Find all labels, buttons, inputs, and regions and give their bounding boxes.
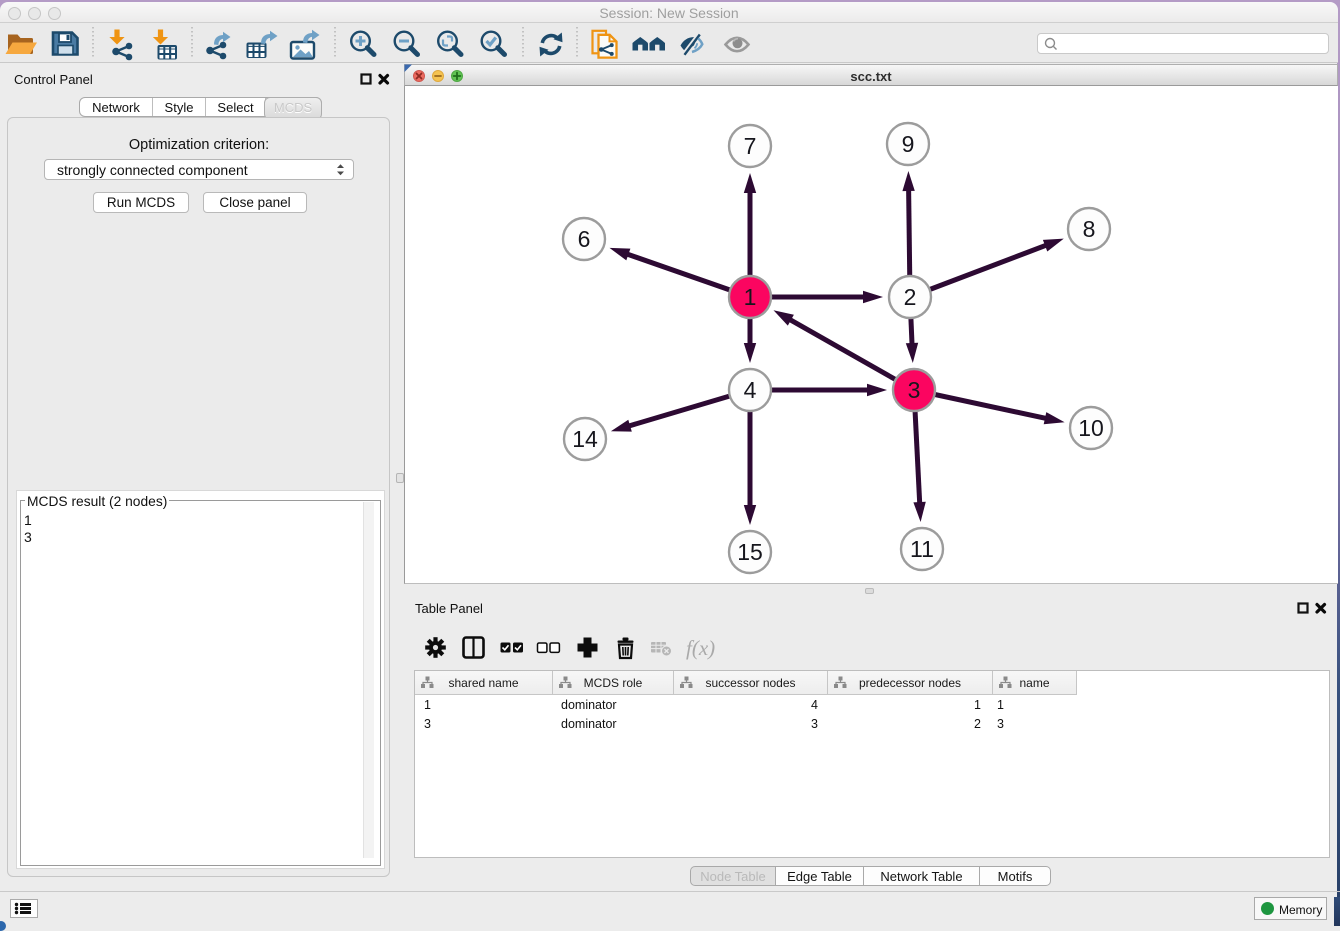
svg-text:11: 11 <box>910 536 934 562</box>
svg-text:8: 8 <box>1083 216 1096 242</box>
svg-text:4: 4 <box>744 377 757 403</box>
svg-text:7: 7 <box>744 133 757 159</box>
svg-text:9: 9 <box>902 131 915 157</box>
svg-text:14: 14 <box>572 426 598 452</box>
svg-text:10: 10 <box>1078 415 1104 441</box>
svg-text:1: 1 <box>744 284 757 310</box>
svg-text:f(x): f(x) <box>686 636 715 660</box>
svg-text:3: 3 <box>908 377 921 403</box>
svg-text:2: 2 <box>904 284 917 310</box>
svg-text:6: 6 <box>578 226 591 252</box>
svg-text:15: 15 <box>737 539 763 565</box>
